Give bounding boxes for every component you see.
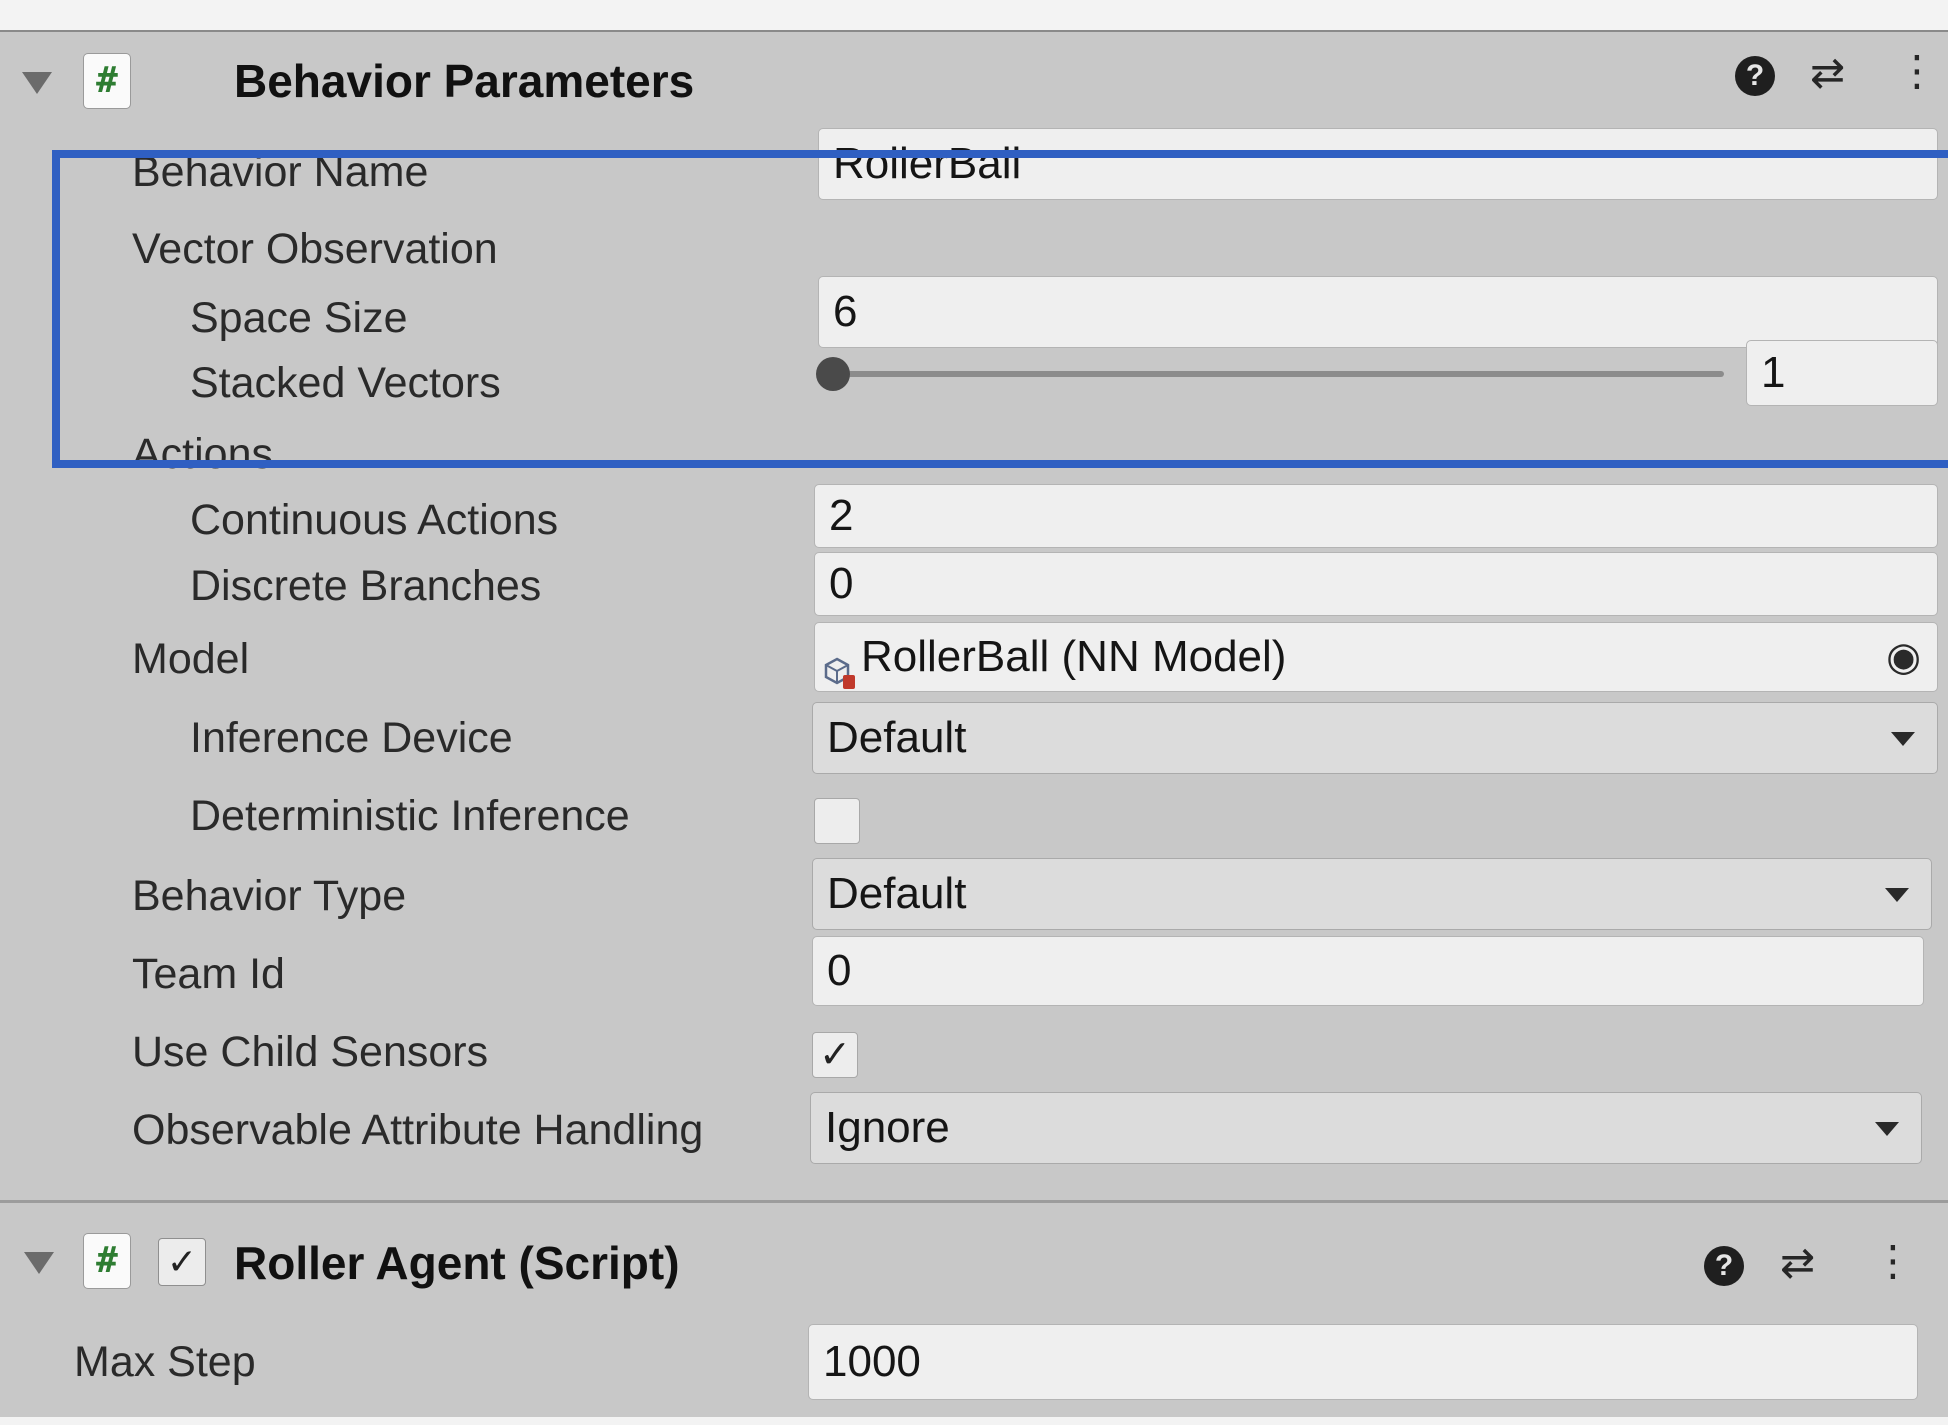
stacked-vectors-slider-thumb[interactable] [816, 357, 850, 391]
component-enabled-checkbox[interactable]: ✓ [158, 1238, 206, 1286]
behavior-type-dropdown[interactable]: Default [812, 858, 1932, 930]
script-icon: # [84, 54, 130, 108]
stacked-vectors-field[interactable]: 1 [1746, 340, 1938, 406]
max-step-label: Max Step [74, 1338, 256, 1386]
space-size-label: Space Size [190, 294, 408, 342]
chevron-down-icon [1891, 732, 1915, 746]
behavior-type-label: Behavior Type [132, 872, 407, 920]
presets-icon[interactable]: ⇄ [1780, 1242, 1815, 1284]
inference-device-label: Inference Device [190, 714, 513, 762]
help-icon[interactable]: ? [1735, 56, 1775, 96]
kebab-menu-icon[interactable]: ⋮ [1896, 50, 1938, 92]
team-id-label: Team Id [132, 950, 285, 998]
discrete-branches-field[interactable]: 0 [814, 552, 1938, 616]
object-picker-icon[interactable]: ◉ [1886, 623, 1921, 691]
behavior-parameters-header[interactable]: # Behavior Parameters ? ⇄ ⋮ [0, 32, 1948, 132]
continuous-actions-field[interactable]: 2 [814, 484, 1938, 548]
help-icon[interactable]: ? [1704, 1246, 1744, 1286]
script-icon: # [84, 1234, 130, 1288]
behavior-name-label: Behavior Name [132, 148, 429, 196]
space-size-field[interactable]: 6 [818, 276, 1938, 348]
model-label: Model [132, 635, 250, 683]
model-object-field[interactable]: RollerBall (NN Model) ◉ [814, 622, 1938, 692]
model-asset-icon [823, 642, 857, 690]
inspector-panel: # Behavior Parameters ? ⇄ ⋮ Behavior Nam… [0, 30, 1948, 1417]
use-child-sensors-checkbox[interactable]: ✓ [812, 1032, 858, 1078]
stacked-vectors-label: Stacked Vectors [190, 359, 501, 407]
foldout-arrow-icon[interactable] [22, 72, 52, 94]
discrete-branches-label: Discrete Branches [190, 562, 542, 610]
component-title: Roller Agent (Script) [234, 1237, 680, 1289]
roller-agent-header[interactable]: # ✓ Roller Agent (Script) ? ⇄ ⋮ [0, 1212, 1948, 1312]
presets-icon[interactable]: ⇄ [1810, 52, 1845, 94]
inference-device-value: Default [827, 713, 967, 762]
behavior-name-field[interactable]: RollerBall [818, 128, 1938, 200]
continuous-actions-label: Continuous Actions [190, 496, 559, 544]
component-divider [0, 1200, 1948, 1203]
deterministic-inference-checkbox[interactable] [814, 798, 860, 844]
chevron-down-icon [1875, 1122, 1899, 1136]
behavior-type-value: Default [827, 869, 967, 918]
team-id-field[interactable]: 0 [812, 936, 1924, 1006]
max-step-field[interactable]: 1000 [808, 1324, 1918, 1400]
deterministic-inference-label: Deterministic Inference [190, 792, 630, 840]
model-value: RollerBall (NN Model) [861, 632, 1287, 681]
observable-attribute-handling-dropdown[interactable]: Ignore [810, 1092, 1922, 1164]
foldout-arrow-icon[interactable] [24, 1252, 54, 1274]
use-child-sensors-label: Use Child Sensors [132, 1028, 489, 1076]
chevron-down-icon [1885, 888, 1909, 902]
kebab-menu-icon[interactable]: ⋮ [1872, 1240, 1914, 1282]
actions-label: Actions [132, 430, 274, 478]
stacked-vectors-slider-track[interactable] [820, 371, 1724, 377]
component-title: Behavior Parameters [234, 55, 695, 107]
observable-attribute-handling-label: Observable Attribute Handling [132, 1106, 704, 1154]
observable-attribute-handling-value: Ignore [825, 1103, 950, 1152]
vector-observation-label: Vector Observation [132, 225, 498, 273]
inference-device-dropdown[interactable]: Default [812, 702, 1938, 774]
